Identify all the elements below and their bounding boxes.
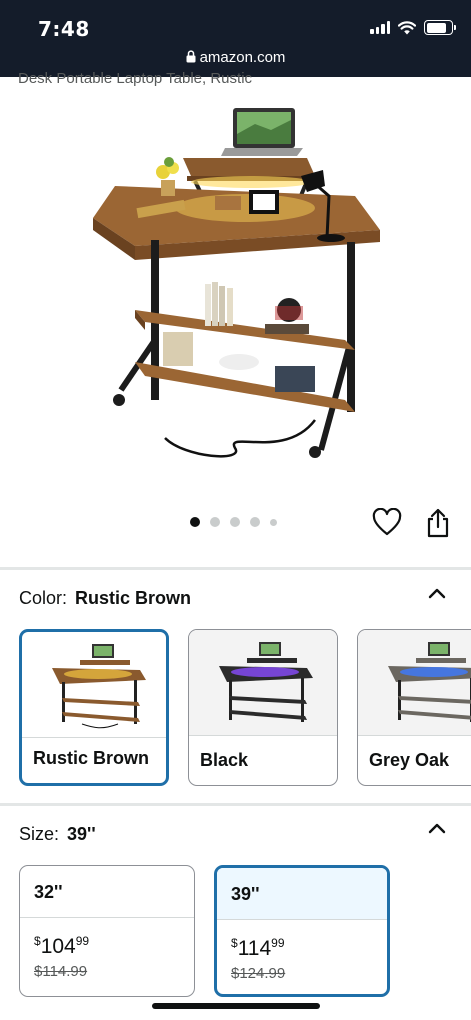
image-carousel-indicator[interactable]: [190, 517, 277, 527]
swatch-separator: [22, 737, 166, 738]
price: $10499: [34, 934, 89, 959]
color-option-rustic-brown[interactable]: Rustic Brown: [19, 629, 169, 786]
chevron-up-icon[interactable]: [427, 821, 447, 835]
section-divider: [0, 567, 471, 570]
color-label: Color:: [19, 588, 68, 608]
price-cents: 99: [75, 934, 90, 948]
size-option-label: 39'': [217, 868, 387, 920]
product-image[interactable]: [75, 100, 395, 470]
price-currency: $: [231, 936, 238, 950]
status-icons: [370, 20, 456, 35]
list-price: $114.99: [34, 963, 88, 980]
swatch-image: [358, 630, 471, 735]
swatch-separator: [189, 735, 337, 736]
swatch-image: [189, 630, 337, 735]
swatch-label: Black: [200, 750, 249, 770]
home-indicator[interactable]: [152, 1003, 320, 1009]
size-selector-header[interactable]: Size: 39'': [19, 824, 96, 845]
size-selected-value: 39'': [67, 824, 96, 844]
color-option-black[interactable]: Black: [188, 629, 338, 786]
url-text: amazon.com: [199, 49, 286, 66]
swatch-label: Grey Oak: [369, 750, 450, 770]
price-currency: $: [34, 934, 41, 948]
size-option-32[interactable]: 32'' $10499 $114.99: [19, 865, 195, 997]
size-option-label: 32'': [20, 866, 194, 918]
price: $11499: [231, 936, 285, 961]
signal-icon: [370, 21, 390, 34]
size-option-39[interactable]: 39'' $11499 $124.99: [214, 865, 390, 997]
price-cents: 99: [271, 936, 285, 950]
swatch-label: Rustic Brown: [33, 748, 150, 768]
battery-icon: [424, 20, 456, 35]
swatch-separator: [358, 735, 471, 736]
carousel-dot[interactable]: [230, 517, 240, 527]
carousel-dot[interactable]: [270, 518, 277, 526]
swatch-image: [52, 644, 146, 729]
price-whole: 104: [40, 935, 76, 958]
heart-icon[interactable]: [372, 508, 402, 538]
status-bar: 7:48 amazon.com: [0, 0, 471, 77]
address-bar[interactable]: amazon.com: [0, 49, 471, 66]
section-divider: [0, 803, 471, 806]
size-label: Size:: [19, 824, 60, 844]
wifi-icon: [398, 20, 416, 34]
carousel-dot[interactable]: [250, 517, 260, 527]
carousel-dot[interactable]: [210, 517, 220, 527]
color-selected-value: Rustic Brown: [75, 588, 192, 608]
color-option-grey-oak[interactable]: Grey Oak: [357, 629, 471, 786]
carousel-dot[interactable]: [190, 517, 200, 527]
product-title: Desk Portable Laptop Table, Rustic: [18, 70, 253, 87]
color-selector-header[interactable]: Color: Rustic Brown: [19, 588, 191, 609]
list-price: $124.99: [231, 965, 286, 982]
share-icon[interactable]: [425, 508, 451, 538]
clock: 7:48: [38, 17, 90, 41]
price-whole: 114: [237, 937, 272, 960]
lock-icon: [186, 50, 196, 63]
chevron-up-icon[interactable]: [427, 586, 447, 600]
